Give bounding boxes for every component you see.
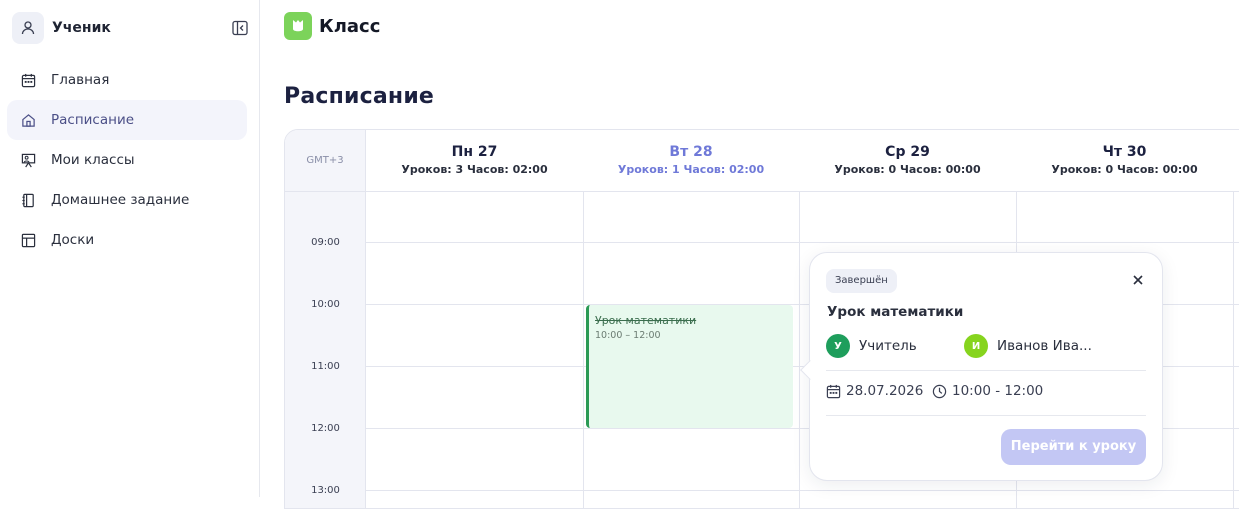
- event-title: Урок математики: [595, 314, 697, 327]
- time-column: 09:00 10:00 11:00 12:00 13:00: [285, 192, 366, 508]
- timezone-label: GMT+3: [285, 130, 366, 192]
- app-logo[interactable]: Класс: [284, 12, 380, 40]
- student-chip[interactable]: И Иванов Ива...: [964, 334, 1092, 358]
- time-label: 10:00: [311, 299, 340, 310]
- sidebar-item-label: Домашнее задание: [51, 192, 190, 208]
- day-stats: Уроков: 0 Часов: 00:00: [834, 163, 981, 176]
- date-value: 28.07.2026: [846, 383, 924, 399]
- grid-line: [366, 242, 1239, 243]
- teacher-chip[interactable]: У Учитель: [826, 334, 917, 358]
- user-icon: [12, 12, 44, 44]
- calendar-icon: [20, 72, 36, 88]
- lesson-event[interactable]: Урок математики 10:00 – 12:00: [586, 305, 793, 428]
- day-stats: Уроков: 3 Часов: 02:00: [401, 163, 548, 176]
- day-stats: Уроков: 1 Часов: 02:00: [617, 163, 765, 176]
- main-content: Класс Расписание GMT+3 09:00 10:00 11:00…: [260, 0, 1239, 509]
- sidebar-item-label: Доски: [51, 232, 95, 248]
- sidebar-item-label: Мои классы: [51, 152, 135, 168]
- board-icon: [20, 232, 36, 248]
- logo-icon: [284, 12, 312, 40]
- event-time: 10:00 – 12:00: [595, 330, 661, 341]
- day-header-mon[interactable]: Пн 27 Уроков: 3 Часов: 02:00: [366, 130, 583, 192]
- home-icon: [20, 112, 36, 128]
- grid-line: [1233, 192, 1234, 508]
- user-profile[interactable]: Ученик: [12, 12, 252, 44]
- sidebar-item-homework[interactable]: Домашнее задание: [7, 180, 247, 220]
- day-stats: Уроков: 0 Часов: 00:00: [1051, 163, 1198, 176]
- day-header-fri: [1233, 130, 1239, 192]
- app-name: Класс: [319, 15, 381, 37]
- grid-line: [583, 192, 584, 508]
- time-label: 13:00: [311, 485, 340, 496]
- day-header-thu[interactable]: Чт 30 Уроков: 0 Часов: 00:00: [1016, 130, 1233, 192]
- time-label: 11:00: [311, 361, 340, 372]
- sidebar-item-boards[interactable]: Доски: [7, 220, 247, 260]
- close-icon[interactable]: [1130, 273, 1146, 289]
- sidebar-item-label: Главная: [51, 72, 110, 88]
- sidebar-nav: Главная Расписание Мои классы Домашнее з…: [7, 60, 247, 260]
- divider: [826, 370, 1146, 371]
- day-name: Ср 29: [885, 144, 930, 160]
- lesson-popup: Завершён Урок математики У Учитель И Ива…: [800, 252, 1163, 481]
- lesson-date: 28.07.2026: [826, 383, 923, 399]
- page-title: Расписание: [284, 84, 435, 109]
- clock-icon: [932, 383, 948, 399]
- sidebar-item-schedule[interactable]: Расписание: [7, 100, 247, 140]
- presentation-icon: [20, 152, 36, 168]
- time-label: 09:00: [311, 237, 340, 248]
- student-name: Иванов Ива...: [997, 338, 1092, 354]
- time-label: 12:00: [311, 423, 340, 434]
- collapse-sidebar-icon[interactable]: [232, 20, 248, 36]
- day-name: Пн 27: [451, 144, 498, 160]
- grid-line: [366, 490, 1239, 491]
- calendar-icon: [826, 383, 842, 399]
- grid-line: [799, 192, 800, 508]
- lesson-time: 10:00 - 12:00: [932, 383, 1043, 399]
- time-value: 10:00 - 12:00: [952, 383, 1044, 399]
- go-to-lesson-button[interactable]: Перейти к уроку: [1001, 429, 1146, 465]
- day-name: Чт 30: [1102, 144, 1147, 160]
- popup-title: Урок математики: [827, 304, 964, 320]
- status-badge: Завершён: [826, 269, 897, 293]
- sidebar-item-label: Расписание: [51, 112, 135, 128]
- day-name: Вт 28: [669, 144, 713, 160]
- avatar: И: [964, 334, 988, 358]
- sidebar-item-my-classes[interactable]: Мои классы: [7, 140, 247, 180]
- user-name: Ученик: [52, 20, 111, 36]
- day-header-wed[interactable]: Ср 29 Уроков: 0 Часов: 00:00: [799, 130, 1016, 192]
- day-header-tue[interactable]: Вт 28 Уроков: 1 Часов: 02:00: [583, 130, 799, 192]
- sidebar-item-home[interactable]: Главная: [7, 60, 247, 100]
- divider: [826, 415, 1146, 416]
- sidebar: Ученик Главная Расписание Мои классы Дом…: [0, 0, 260, 497]
- notebook-icon: [20, 192, 36, 208]
- teacher-name: Учитель: [859, 338, 917, 354]
- avatar: У: [826, 334, 850, 358]
